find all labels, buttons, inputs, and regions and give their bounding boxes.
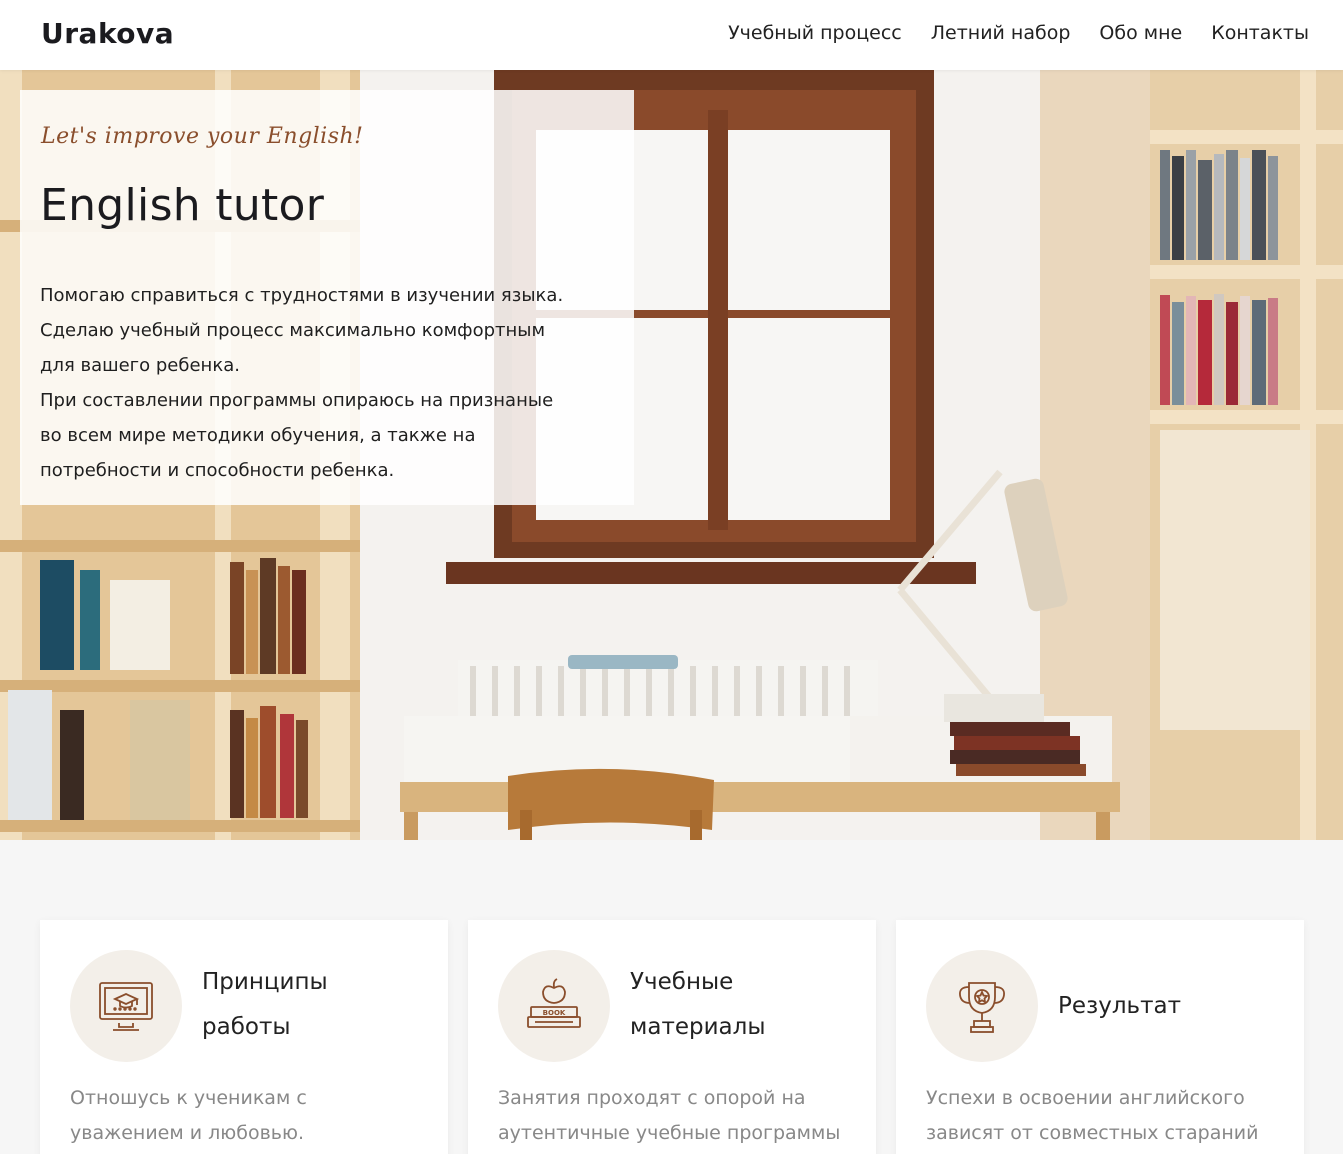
- hero-text-line: Сделаю учебный процесс максимально комфо…: [40, 320, 546, 341]
- card-description: Занятия проходят с опорой на аутентичные…: [498, 1087, 841, 1144]
- card-title: Принципы работы: [202, 969, 328, 1040]
- feature-card-principles: Принципы работы Отношусь к ученикам с ув…: [40, 920, 448, 1154]
- hero-tagline: Let's improve your English!: [41, 124, 364, 149]
- hero-text-line: При составлении программы опираюсь на пр…: [40, 390, 554, 411]
- feature-card-result: Результат Успехи в освоении английского …: [896, 920, 1304, 1154]
- hero-title: English tutor: [40, 180, 325, 231]
- svg-text:BOOK: BOOK: [543, 1009, 566, 1017]
- main-nav: Учебный процесс Летний набор Обо мне Кон…: [728, 22, 1309, 44]
- feature-card-materials: BOOK Учебные материалы Занятия проходят …: [468, 920, 876, 1154]
- card-title: Учебные материалы: [630, 969, 766, 1040]
- books-apple-icon: BOOK: [498, 950, 610, 1062]
- hero-text-line: во всем мире методики обучения, а также …: [40, 425, 476, 446]
- nav-link-about-me[interactable]: Обо мне: [1099, 22, 1182, 44]
- nav-link-contacts[interactable]: Контакты: [1211, 22, 1309, 44]
- hero-description: Помогаю справиться с трудностями в изуче…: [40, 278, 610, 488]
- nav-link-summer-enrollment[interactable]: Летний набор: [931, 22, 1071, 44]
- hero-intro-card: Let's improve your English! English tuto…: [20, 90, 634, 505]
- nav-link-learning-process[interactable]: Учебный процесс: [728, 22, 902, 44]
- site-header: Urakova Учебный процесс Летний набор Обо…: [0, 0, 1343, 70]
- card-description: Успехи в освоении английского зависят от…: [926, 1087, 1259, 1144]
- card-title: Результат: [1058, 993, 1182, 1019]
- computer-graduation-icon: [70, 950, 182, 1062]
- hero-text-line: для вашего ребенка.: [40, 355, 240, 376]
- hero-text-line: Помогаю справиться с трудностями в изуче…: [40, 285, 564, 306]
- trophy-icon: [926, 950, 1038, 1062]
- hero-text-line: потребности и способности ребенка.: [40, 460, 395, 481]
- site-logo[interactable]: Urakova: [41, 17, 174, 50]
- card-description: Отношусь к ученикам с уважением и любовь…: [70, 1087, 307, 1144]
- hero-section: Let's improve your English! English tuto…: [0, 70, 1343, 840]
